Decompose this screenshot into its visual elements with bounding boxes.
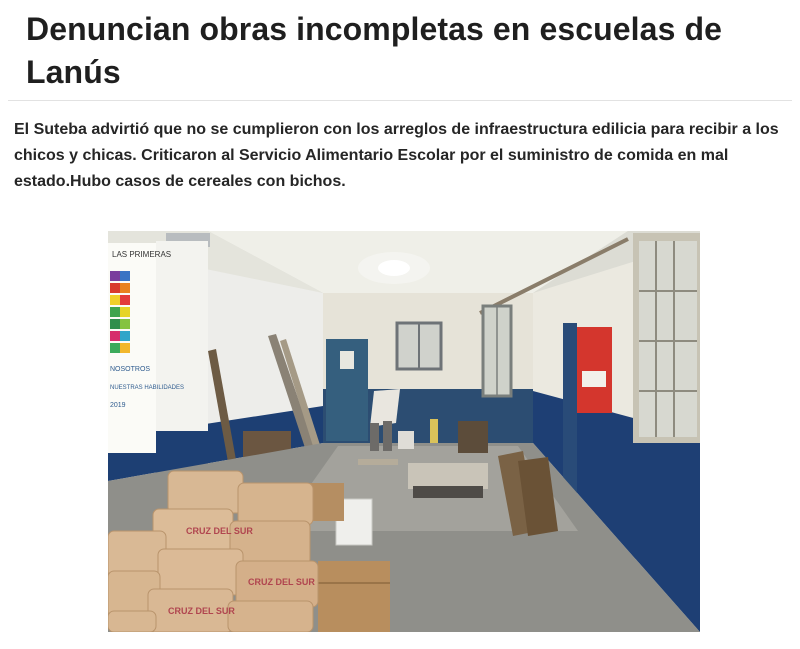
cardboard-box	[318, 561, 390, 632]
article-headline: Denuncian obras incompletas en escuelas …	[26, 11, 722, 90]
poster-text: NUESTRAS HABILIDADES	[110, 385, 184, 391]
poster-text: NOSOTROS	[110, 366, 150, 373]
sack-label: CRUZ DEL SUR	[168, 606, 235, 616]
article-photo: LAS PRIMERAS NOSOTROS NUESTRAS HABILIDAD…	[108, 231, 700, 632]
red-cabinet	[576, 327, 612, 413]
poster-text: 2019	[110, 402, 126, 409]
divider	[8, 100, 792, 101]
article-lead: El Suteba advirtió que no se cumplieron …	[14, 121, 779, 190]
sack-label: CRUZ DEL SUR	[248, 577, 315, 587]
sack-label: CRUZ DEL SUR	[186, 526, 253, 536]
poster-text: LAS PRIMERAS	[112, 250, 171, 259]
